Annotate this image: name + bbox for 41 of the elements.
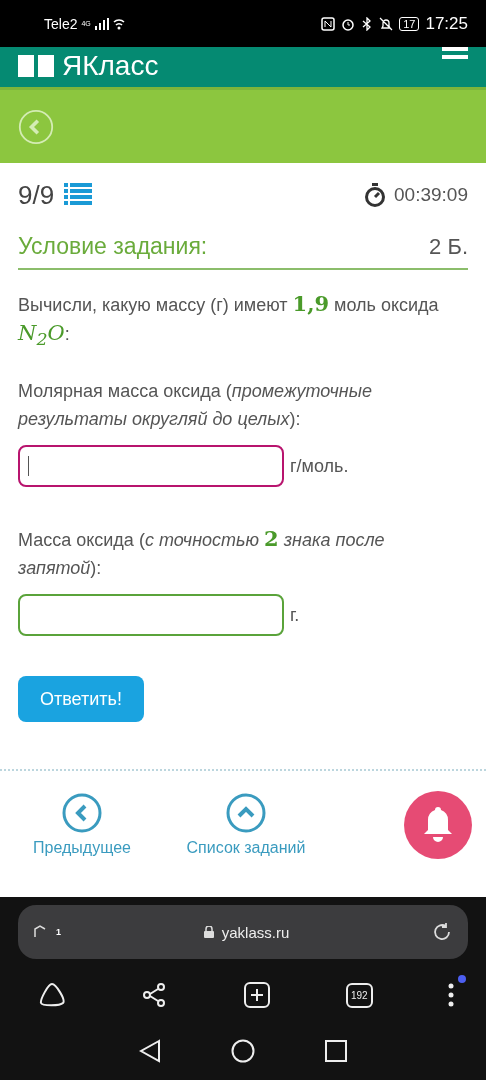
stopwatch-icon bbox=[364, 183, 387, 207]
list-icon[interactable] bbox=[64, 183, 93, 207]
unit-label: г/моль. bbox=[290, 455, 349, 477]
submit-button[interactable]: Ответить! bbox=[18, 676, 144, 723]
reload-icon[interactable] bbox=[432, 922, 452, 942]
carrier-name: Tele2 bbox=[44, 15, 78, 32]
wifi-icon bbox=[112, 17, 125, 30]
tab-count[interactable]: 192 bbox=[346, 982, 373, 1008]
new-tab-icon[interactable] bbox=[242, 981, 271, 1009]
muted-bell-icon bbox=[379, 16, 394, 31]
task-list-link[interactable]: Список заданий bbox=[186, 839, 306, 857]
recents-nav-icon[interactable] bbox=[325, 1040, 347, 1062]
question-text: Вычисли, какую массу (г) имеют 1,9 моль оксида N$_{2}$O: bbox=[18, 290, 440, 352]
alarm-icon bbox=[341, 16, 356, 31]
previous-icon[interactable] bbox=[62, 793, 102, 833]
text-caret bbox=[28, 456, 29, 477]
timer: 00:39:09 bbox=[394, 184, 468, 206]
answer-field[interactable] bbox=[18, 445, 284, 488]
unit-label: г. bbox=[290, 604, 300, 626]
home-triangle-icon[interactable] bbox=[38, 982, 66, 1008]
clock: 17:25 bbox=[425, 13, 468, 34]
field-label: Молярная масса оксида (промежуточные результаты округляй до целых): bbox=[18, 380, 373, 432]
up-icon[interactable] bbox=[226, 793, 266, 833]
answer-field[interactable] bbox=[18, 594, 284, 637]
previous-task-link[interactable]: Предыдущее bbox=[33, 839, 131, 857]
address-bar[interactable]: 1 yaklass.ru bbox=[18, 905, 468, 959]
signal-icon bbox=[94, 17, 109, 30]
share-icon[interactable] bbox=[141, 982, 168, 1008]
home-nav-icon[interactable] bbox=[231, 1039, 255, 1063]
section-title: Условие задания: bbox=[18, 233, 208, 260]
logo-text: ЯКласс bbox=[62, 49, 159, 83]
task-counter: 9/9 bbox=[18, 179, 55, 211]
back-nav-icon[interactable] bbox=[139, 1039, 161, 1063]
url-text: yaklass.ru bbox=[221, 923, 290, 941]
nfc-icon bbox=[321, 16, 336, 31]
points: 2 Б. bbox=[429, 233, 468, 260]
lock-icon bbox=[203, 926, 214, 938]
battery-level: 17 bbox=[399, 16, 420, 31]
field-label: Масса оксида (с точностью 2 знака после запятой): bbox=[18, 525, 386, 581]
tab-group-count: 1 bbox=[56, 927, 61, 937]
more-icon[interactable] bbox=[448, 983, 454, 1007]
